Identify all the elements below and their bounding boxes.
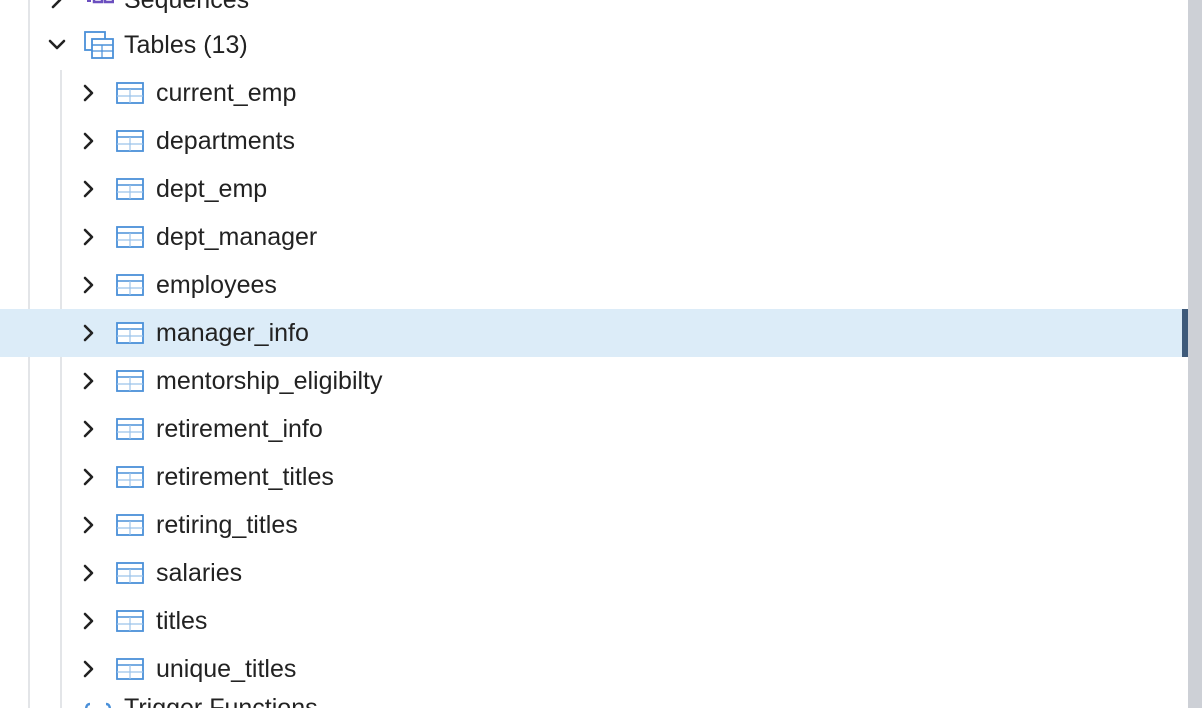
chevron-down-icon[interactable] [48,36,66,54]
table-node[interactable]: manager_info [0,309,1188,357]
table-icon [116,610,144,632]
table-node-label: dept_emp [156,175,268,203]
chevron-right-icon[interactable] [80,84,98,102]
table-node[interactable]: employees [0,261,1188,309]
tree-node-label: Trigger Functions [124,694,318,708]
tree-node-trigger-functions[interactable]: Trigger Functions [0,684,1188,708]
table-node-label: mentorship_eligibilty [156,367,383,395]
table-icon [116,274,144,296]
table-icon [116,226,144,248]
table-node[interactable]: departments [0,117,1188,165]
chevron-right-icon[interactable] [80,228,98,246]
table-node-label: salaries [156,559,243,587]
table-icon [116,466,144,488]
table-node-label: retirement_info [156,415,323,443]
table-node-label: employees [156,271,277,299]
table-icon [116,658,144,680]
chevron-right-icon[interactable] [80,132,98,150]
chevron-right-icon[interactable] [80,564,98,582]
table-node-label: current_emp [156,79,297,107]
table-node[interactable]: retirement_info [0,405,1188,453]
chevron-right-icon[interactable] [80,276,98,294]
table-node-label: titles [156,607,208,635]
table-node-label: departments [156,127,295,155]
table-icon [116,562,144,584]
chevron-right-icon[interactable] [80,324,98,342]
chevron-right-icon[interactable] [80,516,98,534]
chevron-right-icon[interactable] [48,0,66,9]
table-node[interactable]: titles [0,597,1188,645]
table-node-label: dept_manager [156,223,318,251]
table-icon [116,322,144,344]
chevron-right-icon[interactable] [80,468,98,486]
table-icon [116,418,144,440]
table-node[interactable]: retiring_titles [0,501,1188,549]
scrollbar-track[interactable] [1188,0,1202,708]
chevron-right-icon[interactable] [80,612,98,630]
table-node[interactable]: retirement_titles [0,453,1188,501]
table-icon [116,82,144,104]
table-icon [116,514,144,536]
tables-icon [84,31,114,59]
table-icon [116,370,144,392]
table-node[interactable]: current_emp [0,69,1188,117]
table-icon [116,130,144,152]
chevron-right-icon[interactable] [80,420,98,438]
table-node-label: manager_info [156,319,309,347]
tree-node-label: Tables (13) [124,31,248,59]
table-node[interactable]: mentorship_eligibilty [0,357,1188,405]
trigger-functions-icon [84,702,112,708]
chevron-right-icon[interactable] [80,180,98,198]
sequences-icon [87,0,114,4]
tree-node-tables[interactable]: Tables (13) [0,21,1188,69]
chevron-right-icon[interactable] [80,372,98,390]
table-node[interactable]: dept_manager [0,213,1188,261]
table-node[interactable]: dept_emp [0,165,1188,213]
table-icon [116,178,144,200]
table-node-label: retiring_titles [156,511,298,539]
chevron-right-icon[interactable] [80,660,98,678]
table-node-label: retirement_titles [156,463,334,491]
table-node[interactable]: salaries [0,549,1188,597]
object-browser-tree: Sequences Tables (13) current_emp departm… [0,0,1202,708]
